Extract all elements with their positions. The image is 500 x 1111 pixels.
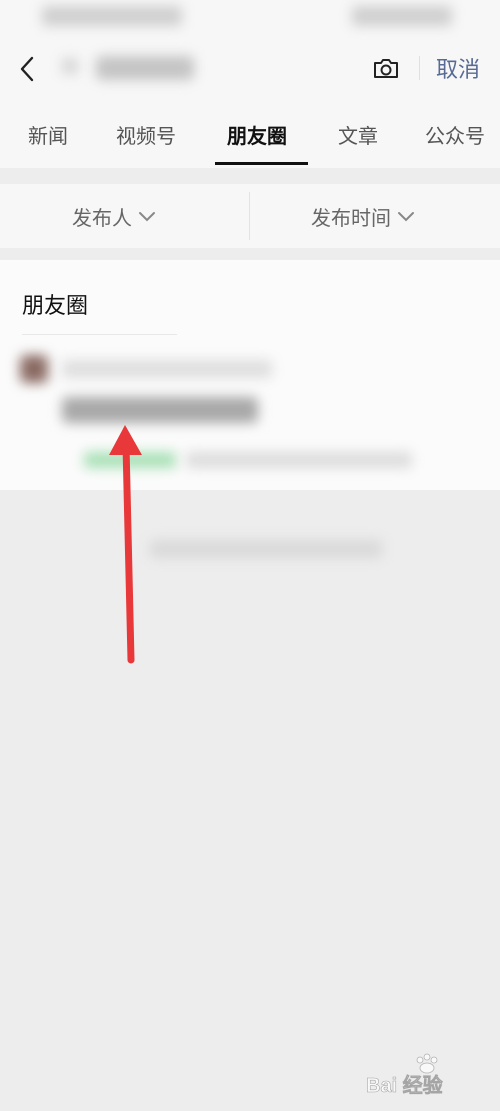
watermark-text: Bai 经验 <box>366 1073 443 1097</box>
annotation-arrow <box>109 425 142 664</box>
baidu-watermark-logo: Bai 经验 <box>366 1053 443 1097</box>
